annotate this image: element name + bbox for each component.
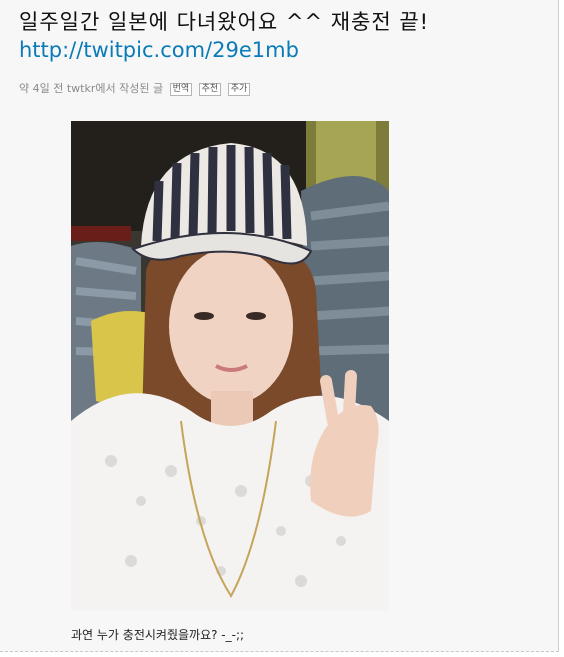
tweet-card: 일주일간 일본에 다녀왔어요 ^^ 재충전 끝! http://twitpic.… xyxy=(0,0,559,652)
tweet-text: 일주일간 일본에 다녀왔어요 ^^ 재충전 끝! xyxy=(19,10,430,34)
translate-button[interactable]: 번역 xyxy=(169,83,193,96)
tweet-photo[interactable] xyxy=(71,121,389,611)
twitpic-link[interactable]: http://twitpic.com/29e1mb xyxy=(19,38,299,62)
photo-caption: 과연 누가 충전시켜줬을까요? -_-;; xyxy=(71,628,245,642)
add-button[interactable]: 추가 xyxy=(227,83,251,96)
recommend-button[interactable]: 추천 xyxy=(198,83,222,96)
tweet-title: 일주일간 일본에 다녀왔어요 ^^ 재충전 끝! http://twitpic.… xyxy=(19,8,539,64)
tweet-meta-info: 약 4일 전 twtkr에서 작성된 글 xyxy=(19,82,164,95)
tweet-meta: 약 4일 전 twtkr에서 작성된 글 번역 추천 추가 xyxy=(19,80,251,96)
photo-illustration xyxy=(71,121,389,611)
